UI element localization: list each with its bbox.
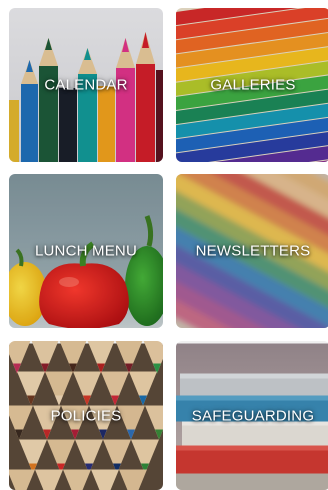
tile-safeguarding[interactable]: SAFEGUARDING: [176, 341, 328, 490]
menu-tile-grid: CALENDAR GALLERIES LUNCH MENU NEWSLETTER…: [0, 0, 328, 490]
tile-label-safeguarding: SAFEGUARDING: [191, 407, 315, 424]
tile-label-galleries: GALLERIES: [210, 76, 296, 94]
tile-label-newsletters: NEWSLETTERS: [195, 242, 311, 260]
tile-label-calendar: CALENDAR: [44, 76, 128, 94]
tile-galleries[interactable]: GALLERIES: [176, 8, 328, 162]
tile-calendar[interactable]: CALENDAR: [9, 8, 163, 162]
tile-label-policies: POLICIES: [50, 407, 122, 424]
tile-policies[interactable]: POLICIES: [9, 341, 163, 490]
tile-newsletters[interactable]: NEWSLETTERS: [176, 174, 328, 328]
tile-label-lunch-menu: LUNCH MENU: [34, 242, 137, 260]
tile-lunch-menu[interactable]: LUNCH MENU: [9, 174, 163, 328]
